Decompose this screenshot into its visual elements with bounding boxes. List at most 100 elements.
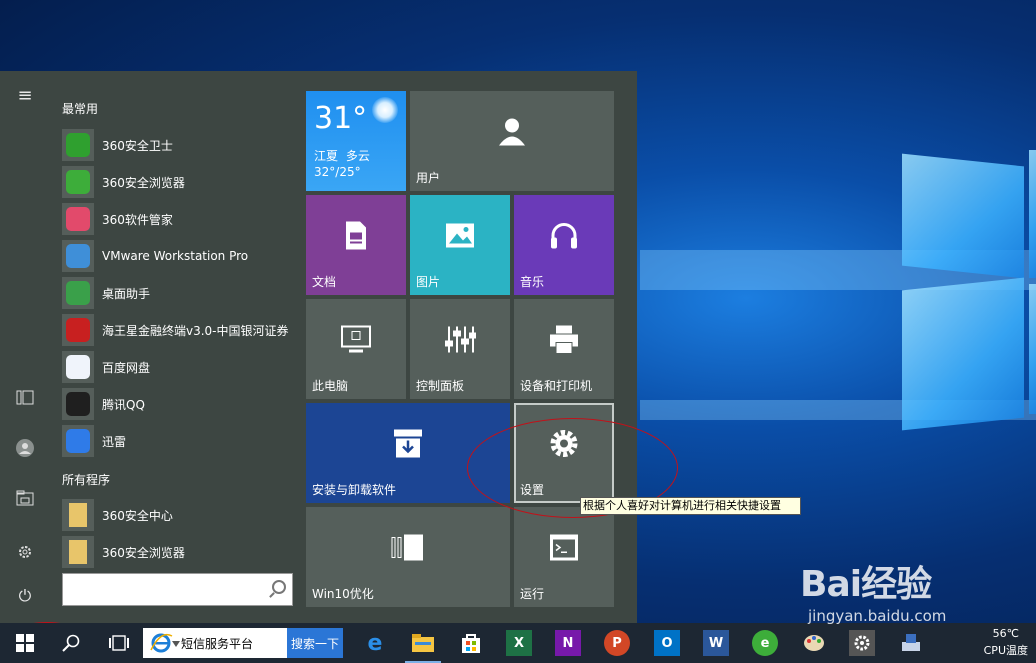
app-list-item[interactable]: 360安全中心 [62, 498, 298, 532]
app-list-item-label: 360软件管家 [102, 212, 173, 227]
app-list-item[interactable]: VMware Workstation Pro [62, 239, 298, 273]
tile-win10-optimize[interactable]: Win10优化 [306, 507, 510, 607]
folder-icon [62, 499, 94, 531]
tile-run[interactable]: 运行 [514, 507, 614, 607]
app-list-item[interactable]: 百度网盘 [62, 350, 298, 384]
powerpoint-icon[interactable]: P [604, 630, 630, 656]
app-list-item[interactable]: 迅雷 [62, 424, 298, 458]
app-list-item[interactable]: 360软件管家 [62, 202, 298, 236]
store-icon[interactable] [458, 630, 484, 656]
ie-search-bar[interactable]: 短信服务平台 搜索一下 [143, 628, 343, 658]
app-list-item-label: VMware Workstation Pro [102, 249, 249, 263]
picture-icon [445, 223, 475, 252]
sliders-icon [444, 325, 476, 358]
weather-temp: 31° [314, 101, 368, 136]
ie-logo-icon [150, 633, 173, 653]
tile-this-pc-label: 此电脑 [312, 379, 349, 393]
settings-taskbar-icon[interactable] [849, 630, 875, 656]
ie-search-button[interactable]: 搜索一下 [287, 628, 343, 658]
tile-documents[interactable]: 文档 [306, 195, 406, 295]
cpu-temperature-label: CPU温度 [983, 644, 1028, 657]
vmware-icon [62, 240, 94, 272]
windows-logo-icon [16, 634, 34, 652]
weather-location: 江夏 多云 [314, 147, 370, 164]
tile-pictures[interactable]: 图片 [410, 195, 510, 295]
file-explorer-icon[interactable] [8, 481, 42, 515]
edge-browser-icon[interactable]: e [362, 630, 388, 656]
app-list-item-label: 360安全浏览器 [102, 545, 185, 560]
document-icon [343, 221, 369, 254]
360-browser-taskbar-icon[interactable]: e [752, 630, 778, 656]
app-list-item[interactable]: 腾讯QQ [62, 387, 298, 421]
all-programs-heading[interactable]: 所有程序 [62, 471, 110, 488]
tile-pictures-label: 图片 [416, 275, 441, 289]
app-list-item[interactable]: 海王星金融终端v3.0-中国银河证券 [62, 313, 298, 347]
qq-icon [62, 388, 94, 420]
tile-weather[interactable]: 31° 江夏 多云 32°/25° [306, 91, 406, 191]
ie-search-text: 短信服务平台 [181, 637, 254, 651]
baidu-jingyan-watermark: Bai经验 jingyan.baidu.com [800, 555, 946, 625]
user-avatar-icon[interactable] [8, 431, 42, 465]
tooltip: 根据个人喜好对计算机进行相关快捷设置 [580, 497, 801, 515]
app-list-item-label: 迅雷 [102, 434, 127, 449]
weather-condition: 多云 [345, 149, 370, 163]
tile-control-panel[interactable]: 控制面板 [410, 299, 510, 399]
hamburger-menu-icon[interactable]: ≡ [8, 78, 42, 112]
start-rail: ≡ ⏻ [0, 71, 50, 623]
settings-gear-icon[interactable] [8, 535, 42, 569]
app-list-item[interactable]: 360安全浏览器 [62, 165, 298, 199]
app-list-item[interactable]: 桌面助手 [62, 276, 298, 310]
watermark-url: jingyan.baidu.com [808, 607, 947, 625]
power-icon[interactable]: ⏻ [8, 579, 42, 613]
weather-range: 32°/25° [314, 165, 361, 179]
search-magnifier-icon [62, 634, 80, 652]
start-button[interactable] [4, 623, 46, 663]
finance-terminal-icon [62, 314, 94, 346]
install-box-icon [393, 429, 423, 462]
tile-devices-printers[interactable]: 设备和打印机 [514, 299, 614, 399]
optimize-icon [391, 534, 425, 565]
xunlei-icon [62, 425, 94, 457]
search-icon [272, 580, 286, 594]
tile-win10-optimize-label: Win10优化 [312, 587, 374, 601]
paint-icon[interactable] [801, 630, 827, 656]
computer-monitor-icon [340, 325, 372, 358]
start-menu: ≡ ⏻ 最常用 360安全卫士 360安全浏览器 360软件管家 VMware Wor… [0, 71, 637, 623]
task-view-button[interactable] [98, 623, 140, 663]
start-search-input[interactable] [62, 573, 293, 606]
desktop-assistant-icon [62, 277, 94, 309]
app-list-item-label: 海王星金融终端v3.0-中国银河证券 [102, 323, 289, 338]
app-list-item-label: 360安全浏览器 [102, 175, 185, 190]
tile-control-panel-label: 控制面板 [416, 379, 465, 393]
watermark-brand: Bai经验 [800, 564, 932, 605]
folder-icon [62, 536, 94, 568]
app-list: 最常用 360安全卫士 360安全浏览器 360软件管家 VMware Worksta… [50, 71, 300, 623]
network-device-icon[interactable] [898, 630, 924, 656]
dropdown-arrow-icon [172, 641, 180, 647]
printer-icon [548, 325, 580, 358]
excel-icon[interactable]: X [506, 630, 532, 656]
tile-devices-printers-label: 设备和打印机 [520, 379, 593, 393]
word-icon[interactable]: W [703, 630, 729, 656]
app-list-item[interactable]: 360安全浏览器 [62, 535, 298, 569]
taskbar-search-button[interactable] [50, 623, 92, 663]
app-list-item-label: 360安全卫士 [102, 138, 173, 153]
tile-user-label: 用户 [416, 171, 441, 185]
tile-music[interactable]: 音乐 [514, 195, 614, 295]
app-list-item[interactable]: 360安全卫士 [62, 128, 298, 162]
tile-install-uninstall-label: 安装与卸载软件 [312, 483, 397, 497]
tile-music-label: 音乐 [520, 275, 545, 289]
person-icon [496, 116, 528, 151]
tablet-mode-icon[interactable] [8, 381, 42, 415]
file-explorer-taskbar-icon[interactable] [410, 630, 436, 656]
tile-documents-label: 文档 [312, 275, 337, 289]
tile-this-pc[interactable]: 此电脑 [306, 299, 406, 399]
360-software-manager-icon [62, 203, 94, 235]
outlook-icon[interactable]: O [654, 630, 680, 656]
onenote-icon[interactable]: N [555, 630, 581, 656]
weather-city: 江夏 [314, 149, 339, 163]
cpu-temperature: 56℃ CPU温度 [984, 625, 1028, 659]
tile-user[interactable]: 用户 [410, 91, 614, 191]
app-list-item-label: 百度网盘 [102, 360, 151, 375]
app-list-item-label: 腾讯QQ [102, 397, 145, 412]
